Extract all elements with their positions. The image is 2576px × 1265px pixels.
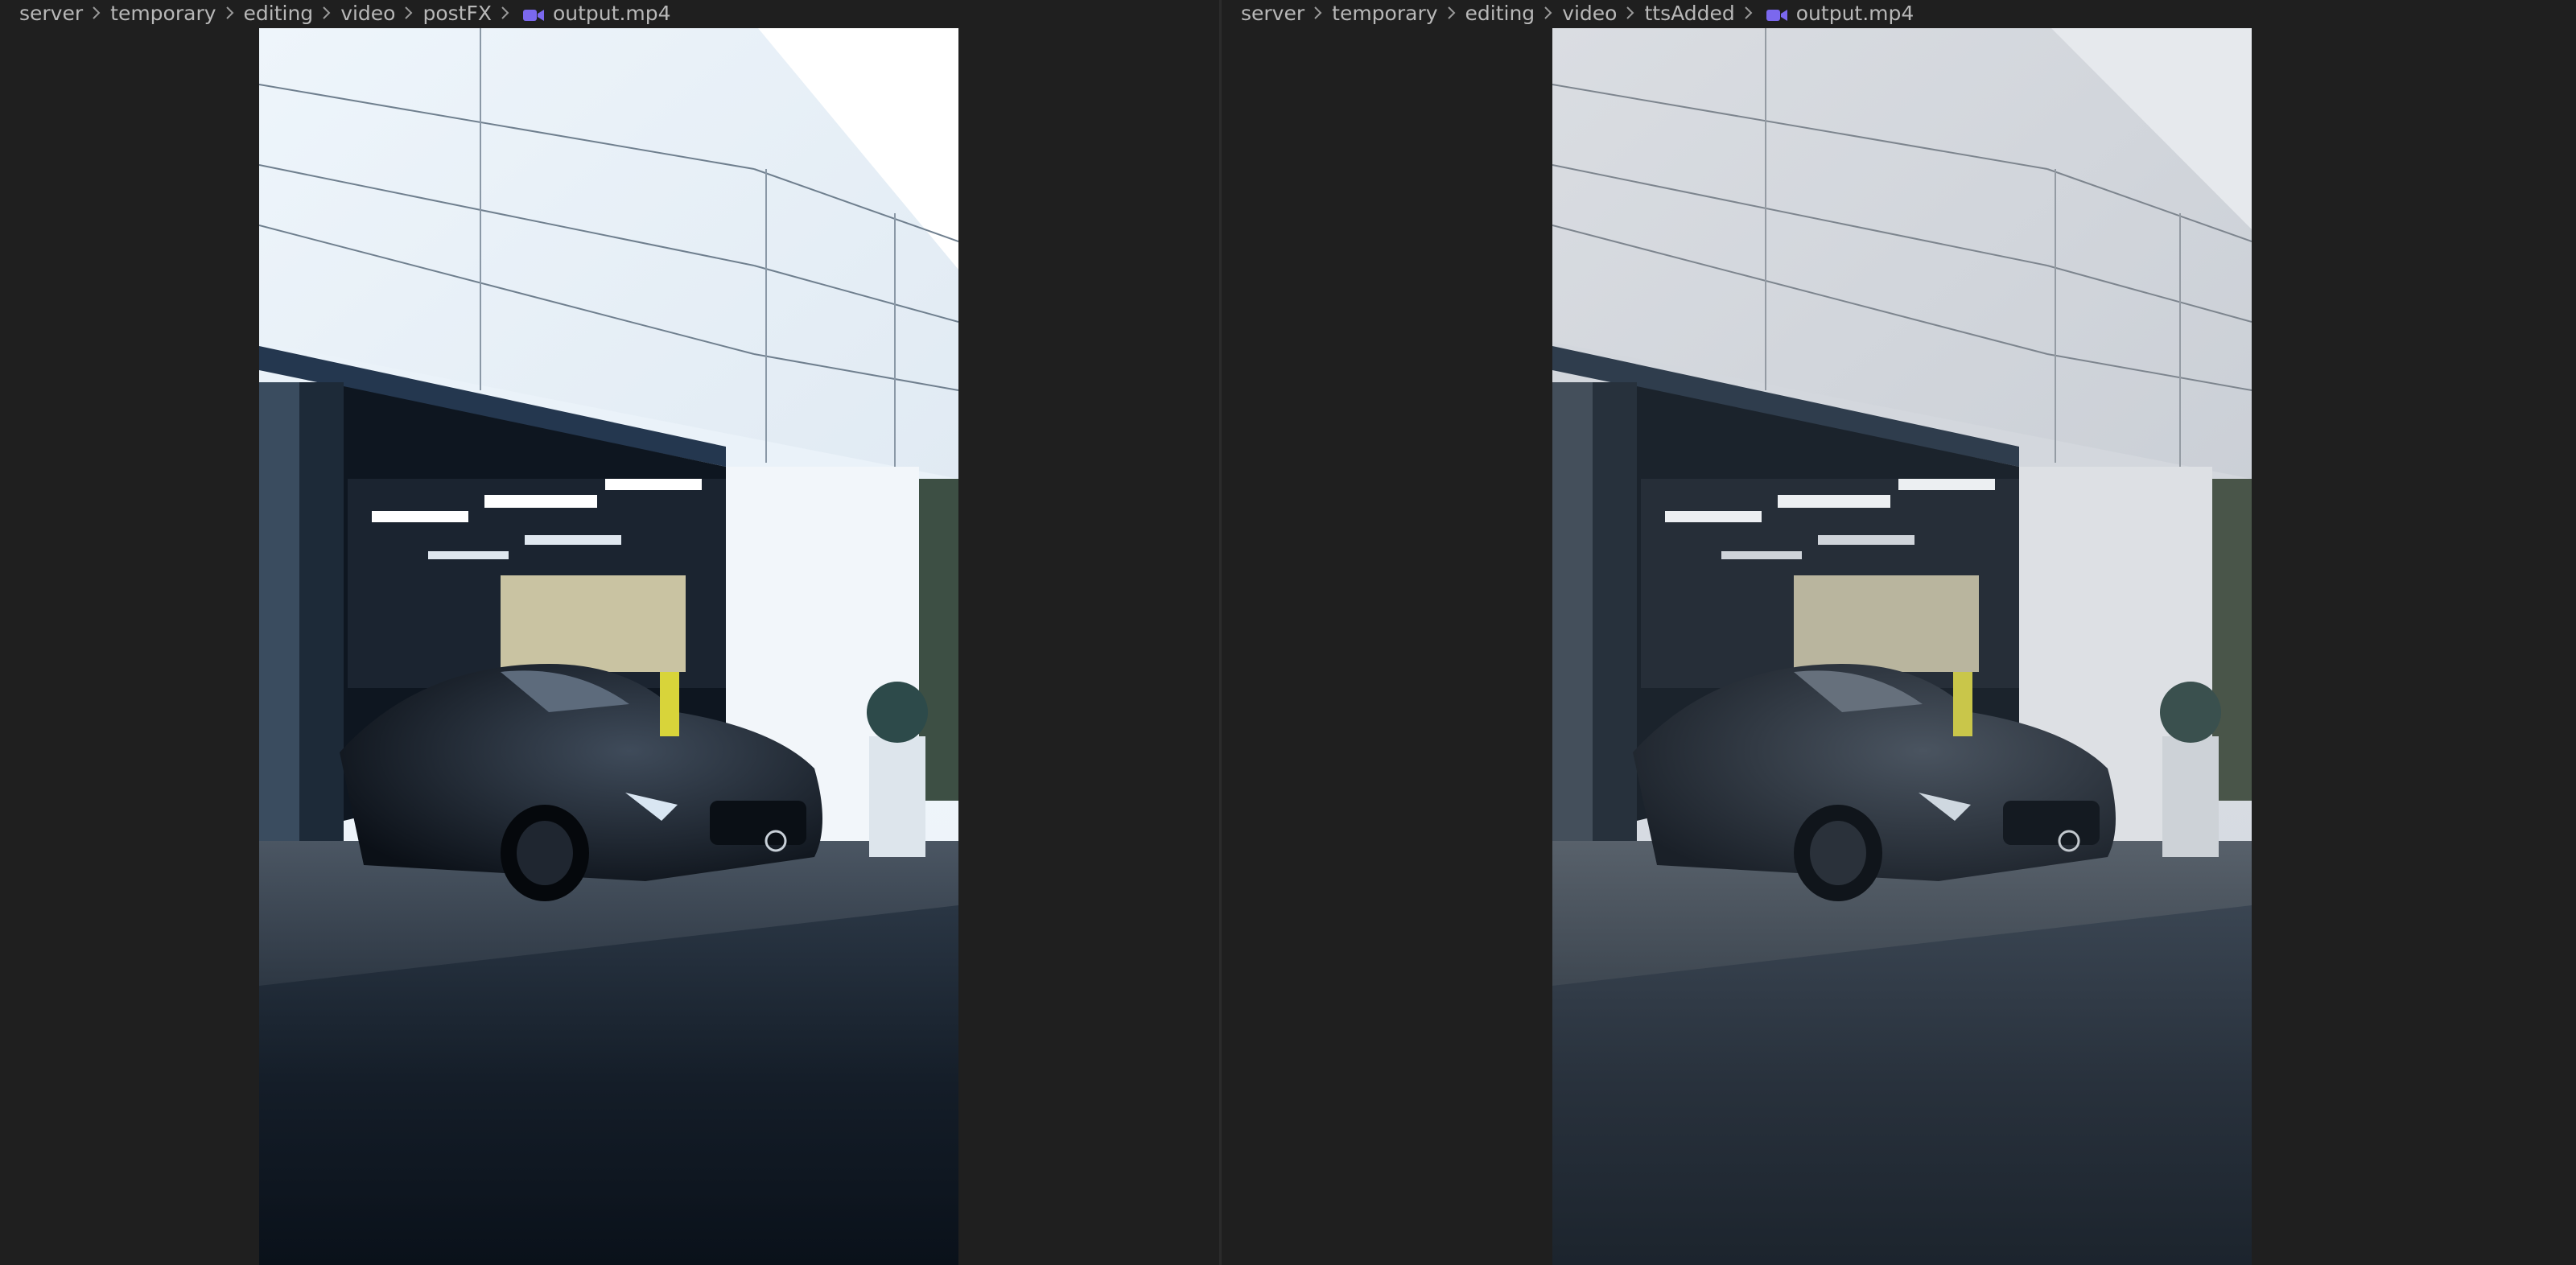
breadcrumb-file-name[interactable]: output.mp4	[553, 2, 671, 25]
video-camera-icon	[1766, 5, 1788, 21]
breadcrumb-item-temporary[interactable]: temporary	[1332, 2, 1437, 25]
video-camera-icon	[522, 5, 545, 21]
chevron-right-icon	[1538, 3, 1559, 23]
breadcrumb-item-server[interactable]: server	[1241, 2, 1304, 25]
video-preview-postfx[interactable]	[259, 28, 958, 1265]
breadcrumb-item-video[interactable]: video	[1562, 2, 1617, 25]
editor-pane-right: server temporary editing video ttsAdded …	[1222, 0, 2576, 1265]
breadcrumb-item-ttsadded[interactable]: ttsAdded	[1644, 2, 1734, 25]
chevron-right-icon	[1620, 3, 1641, 23]
chevron-right-icon	[398, 3, 419, 23]
breadcrumb: server temporary editing video postFX ou…	[19, 0, 671, 26]
video-preview-ttsadded[interactable]	[1552, 28, 2252, 1265]
breadcrumb-item-editing[interactable]: editing	[1465, 2, 1535, 25]
editor-pane-left: server temporary editing video postFX ou…	[0, 0, 1219, 1265]
breadcrumb: server temporary editing video ttsAdded …	[1241, 0, 1914, 26]
breadcrumb-item-postfx[interactable]: postFX	[422, 2, 492, 25]
breadcrumb-item-temporary[interactable]: temporary	[110, 2, 216, 25]
breadcrumb-item-editing[interactable]: editing	[244, 2, 314, 25]
breadcrumb-item-video[interactable]: video	[340, 2, 395, 25]
video-frame-image-postfx	[259, 28, 958, 1265]
chevron-right-icon	[1738, 3, 1759, 23]
video-frame-image-ttsadded	[1552, 28, 2252, 1265]
chevron-right-icon	[220, 3, 241, 23]
breadcrumb-file-name[interactable]: output.mp4	[1796, 2, 1914, 25]
chevron-right-icon	[316, 3, 337, 23]
chevron-right-icon	[86, 3, 107, 23]
chevron-right-icon	[495, 3, 516, 23]
breadcrumb-item-server[interactable]: server	[19, 2, 83, 25]
chevron-right-icon	[1308, 3, 1329, 23]
chevron-right-icon	[1441, 3, 1462, 23]
